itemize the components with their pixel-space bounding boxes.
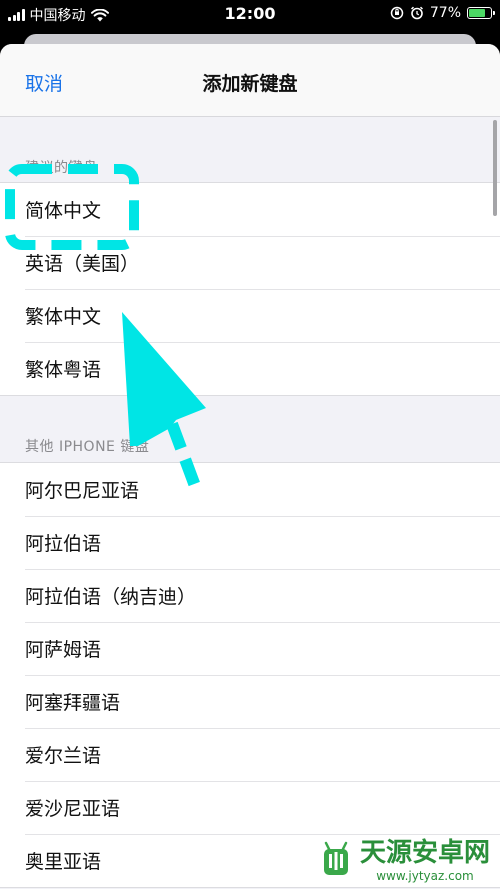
suggested-keyboards-list: 简体中文 英语（美国） 繁体中文 繁体粤语 [0,182,500,396]
watermark-logo-icon [323,841,348,875]
navigation-bar: 取消 添加新键盘 [0,44,500,117]
keyboard-item-traditional-cantonese[interactable]: 繁体粤语 [0,342,500,395]
keyboard-item-irish[interactable]: 爱尔兰语 [0,728,500,781]
orientation-lock-icon [390,6,404,20]
watermark-text: 天源安卓网 www.jytyaz.com [360,832,490,883]
keyboard-item-albanian[interactable]: 阿尔巴尼亚语 [0,463,500,516]
keyboard-item-traditional-chinese[interactable]: 繁体中文 [0,289,500,342]
battery-percent: 77% [429,5,461,21]
keyboard-item-simplified-chinese[interactable]: 简体中文 [0,183,500,236]
keyboard-item-english-us[interactable]: 英语（美国） [0,236,500,289]
alarm-icon [410,6,423,20]
status-right: 77% [390,5,495,21]
watermark: 天源安卓网 www.jytyaz.com [318,832,490,883]
keyboard-item-azerbaijani[interactable]: 阿塞拜疆语 [0,675,500,728]
battery-icon [467,7,495,19]
add-keyboard-sheet: 取消 添加新键盘 建议的键盘 简体中文 英语（美国） 繁体中文 繁体粤语 其他 … [0,44,500,889]
keyboard-item-assamese[interactable]: 阿萨姆语 [0,622,500,675]
other-keyboards-list: 阿尔巴尼亚语 阿拉伯语 阿拉伯语（纳吉迪） 阿萨姆语 阿塞拜疆语 爱尔兰语 爱沙… [0,462,500,888]
keyboard-item-estonian[interactable]: 爱沙尼亚语 [0,781,500,834]
watermark-title: 天源安卓网 [359,838,490,868]
page-title: 添加新键盘 [202,73,298,95]
section-header-suggested: 建议的键盘 [25,160,98,176]
scrollbar[interactable] [493,120,497,216]
section-header-other: 其他 IPHONE 键盘 [25,439,150,455]
watermark-url: www.jytyaz.com [376,869,474,883]
keyboard-item-arabic-najdi[interactable]: 阿拉伯语（纳吉迪） [0,569,500,622]
battery-level-fill [469,9,486,17]
keyboard-item-arabic[interactable]: 阿拉伯语 [0,516,500,569]
status-bar: 中国移动 12:00 77% [0,0,500,30]
